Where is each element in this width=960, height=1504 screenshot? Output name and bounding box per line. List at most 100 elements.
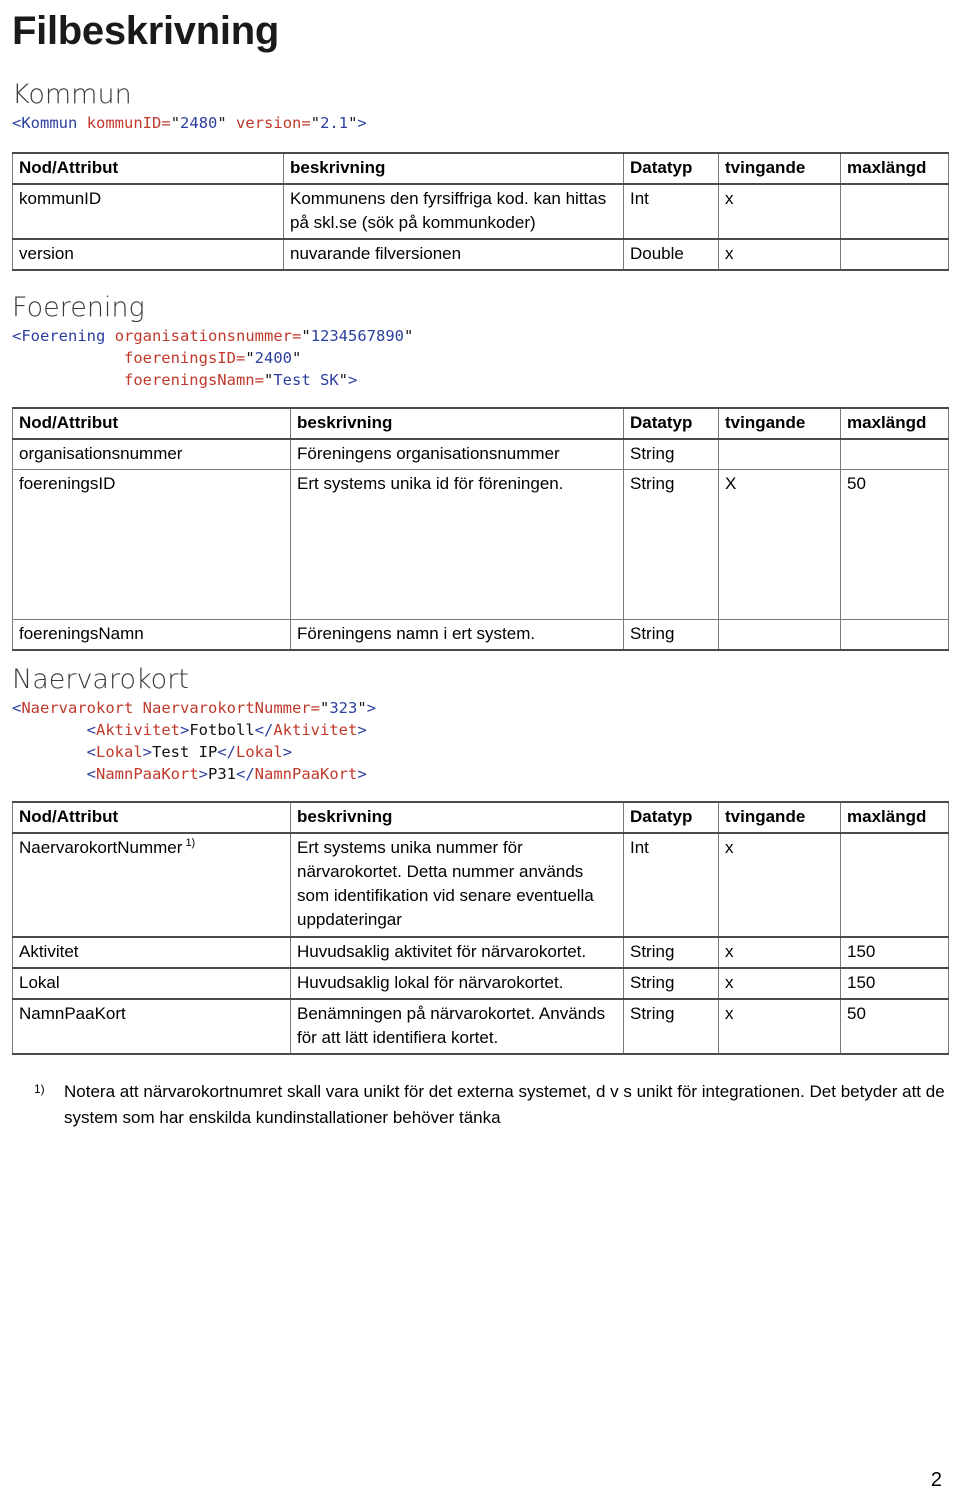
section-heading-foerening: Foerening [12,292,145,324]
cell-datatype: String [623,469,719,621]
cell-node: NamnPaaKort [12,997,291,1056]
cell-node: foereningsNamn [12,619,291,652]
xml-tag-name: Aktivitet [273,720,358,739]
table-row: foereningsID Ert systems unika id för fö… [12,469,949,621]
cell-description: Kommunens den fyrsiffriga kod. kan hitta… [283,182,624,240]
cell-node: version [12,238,284,272]
xml-sample-foerening: <Foerening organisationsnummer="12345678… [12,326,414,389]
cell-maxlength: 50 [840,997,949,1056]
cell-description: Huvudsaklig lokal för närvarokortet. [290,966,624,1000]
xml-tag-name: Aktivitet [96,720,180,739]
table-row: NamnPaaKort Benämningen på närvarokortet… [12,997,949,1056]
xml-attr-value: 2480 [180,113,218,132]
cell-datatype: String [623,997,719,1056]
cell-maxlength [840,438,949,471]
xml-tag-name: Kommun [21,113,78,132]
cell-description: Huvudsaklig aktivitet för närvarokortet. [290,935,624,969]
cell-datatype: String [623,966,719,1000]
xml-attr-value: Test SK [273,370,339,389]
spec-table-naervarokort: Nod/Attribut beskrivning Datatyp tvingan… [12,800,949,1056]
table-row: NaervarokortNummer 1) Ert systems unika n… [12,832,949,938]
xml-sample-naervarokort: <Naervarokort NaervarokortNummer="323"> … [12,698,377,783]
cell-datatype: String [623,619,719,652]
cell-datatype: Int [623,182,719,240]
table-row: organisationsnummer Föreningens organisa… [12,438,949,471]
xml-tag-name: Lokal [236,742,283,761]
spec-table-foerening: Nod/Attribut beskrivning Datatyp tvingan… [12,406,949,652]
xml-tag-name: Naervarokort [21,698,134,717]
column-header-node: Nod/Attribut [12,151,284,185]
section-heading-naervarokort: Naervarokort [12,664,189,696]
cell-node: organisationsnummer [12,438,291,471]
column-header-required: tvingande [718,151,841,185]
xml-attr-name: NaervarokortNummer [142,698,311,717]
cell-maxlength: 150 [840,966,949,1000]
cell-datatype: String [623,935,719,969]
footnote: 1) Notera att närvarokortnumret skall va… [12,1079,948,1130]
cell-maxlength [840,619,949,652]
xml-attr-value: 323 [329,698,358,717]
xml-tag-name: NamnPaaKort [96,764,199,783]
cell-description: nuvarande filversionen [283,238,624,272]
table-header-row: Nod/Attribut beskrivning Datatyp tvingan… [12,406,949,441]
cell-required: x [718,238,841,272]
document-page: Filbeskrivning Kommun <Kommun kommunID="… [0,8,960,1504]
column-header-datatype: Datatyp [623,800,719,835]
cell-required: x [718,997,841,1056]
cell-maxlength [840,238,949,272]
column-header-required: tvingande [718,800,841,835]
spec-table-kommun: Nod/Attribut beskrivning Datatyp tvingan… [12,151,949,272]
cell-required [718,438,841,471]
xml-text: P31 [208,764,236,783]
xml-attr-value: 2400 [254,348,292,367]
table-row: Lokal Huvudsaklig lokal för närvarokorte… [12,966,949,1000]
xml-text: Fotboll [189,720,255,739]
page-title: Filbeskrivning [12,9,279,53]
cell-maxlength: 50 [840,469,949,621]
cell-description: Föreningens organisationsnummer [290,438,624,471]
cell-node: kommunID [12,182,284,240]
cell-required: x [718,182,841,240]
xml-attr-name: kommunID [86,113,162,132]
xml-text: Test IP [152,742,218,761]
xml-sample-kommun: <Kommun kommunID="2480" version="2.1"> [12,113,367,132]
cell-required: x [718,935,841,969]
table-header-row: Nod/Attribut beskrivning Datatyp tvingan… [12,800,949,835]
cell-description: Ert systems unika id för föreningen. [290,469,624,621]
xml-attr-value: 2.1 [320,113,349,132]
footnote-marker: 1) [185,837,196,850]
cell-node: Aktivitet [12,935,291,969]
column-header-maxlength: maxlängd [840,151,949,185]
footnote-marker: 1) [34,1082,45,1097]
cell-maxlength: 150 [840,935,949,969]
cell-maxlength [840,832,949,938]
footnote-text: Notera att närvarokortnumret skall vara … [64,1082,945,1127]
cell-node: Lokal [12,966,291,1000]
table-row: version nuvarande filversionen Double x [12,238,949,272]
cell-node-label: NaervarokortNummer [19,838,183,858]
xml-attr-name: foereningsID [123,348,236,367]
column-header-datatype: Datatyp [623,151,719,185]
column-header-maxlength: maxlängd [840,406,949,441]
column-header-description: beskrivning [290,406,624,441]
table-header-row: Nod/Attribut beskrivning Datatyp tvingan… [12,151,949,185]
cell-required: x [718,832,841,938]
column-header-node: Nod/Attribut [12,800,291,835]
table-row: Aktivitet Huvudsaklig aktivitet för närv… [12,935,949,969]
column-header-description: beskrivning [283,151,624,185]
column-header-description: beskrivning [290,800,624,835]
column-header-datatype: Datatyp [623,406,719,441]
xml-attr-name: version [236,113,302,132]
cell-datatype: Int [623,832,719,938]
cell-datatype: String [623,438,719,471]
section-heading-kommun: Kommun [12,79,132,110]
cell-node: NaervarokortNummer 1) [12,832,291,938]
page-number: 2 [930,1469,942,1491]
xml-attr-value: 1234567890 [310,326,405,345]
cell-description: Föreningens namn i ert system. [290,619,624,652]
cell-description: Benämningen på närvarokortet. Används fö… [290,997,624,1056]
xml-attr-name: foereningsNamn [123,370,255,389]
cell-datatype: Double [623,238,719,272]
xml-tag-name: Foerening [21,326,106,345]
xml-attr-name: organisationsnummer [114,326,292,345]
